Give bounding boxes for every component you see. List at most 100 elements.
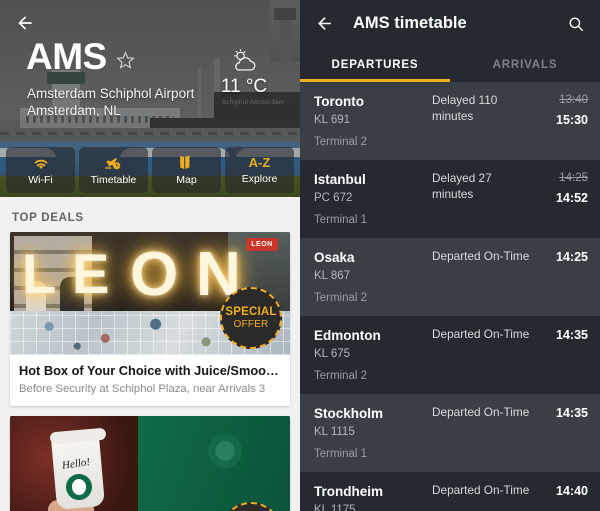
quick-action-label: Explore bbox=[241, 173, 278, 185]
table-row[interactable]: Trondheim KL 1175 Terminal 1 Departed On… bbox=[300, 472, 600, 511]
flight-number: KL 691 bbox=[314, 114, 351, 126]
timetable-panel: AMS timetable DEPARTURES ARRIVALS Toront… bbox=[300, 0, 600, 511]
status-text: Departed On-Time bbox=[432, 405, 530, 419]
deal-text-block: Hot Box of Your Choice with Juice/Smoot…… bbox=[10, 355, 290, 406]
table-row[interactable]: Osaka KL 867 Terminal 2 Departed On-Time… bbox=[300, 238, 600, 316]
timetable-appbar: AMS timetable bbox=[300, 0, 600, 47]
actual-time: 14:35 bbox=[556, 328, 588, 342]
leon-letter-o: O bbox=[130, 240, 179, 309]
quick-actions-bar: Wi-Fi Timetable Map A-Z Explore bbox=[0, 147, 300, 193]
star-outline-icon[interactable] bbox=[115, 50, 135, 70]
terminal: Terminal 2 bbox=[314, 292, 368, 304]
table-row[interactable]: Stockholm KL 1115 Terminal 1 Departed On… bbox=[300, 394, 600, 472]
quick-action-label: Wi-Fi bbox=[28, 173, 53, 186]
actual-time: 15:30 bbox=[556, 113, 588, 127]
special-offer-badge: SPECIAL OFFER bbox=[220, 287, 282, 349]
deal-title: Hot Box of Your Choice with Juice/Smoot… bbox=[19, 363, 281, 378]
search-icon bbox=[569, 17, 584, 31]
deal-card-leon[interactable]: LEON L E O N SPECIAL OFFER Hot Box of Yo… bbox=[10, 232, 290, 406]
temperature-value: 11 °C bbox=[220, 76, 268, 97]
airport-location: Amsterdam Schiphol Airport Amsterdam, NL bbox=[27, 85, 194, 119]
scheduled-time: 14:25 bbox=[559, 172, 588, 184]
actual-time: 14:35 bbox=[556, 406, 588, 420]
flight-number: PC 672 bbox=[314, 192, 353, 204]
departures-list[interactable]: Toronto KL 691 Terminal 2 Delayed 110 mi… bbox=[300, 82, 600, 511]
terminal: Terminal 1 bbox=[314, 214, 368, 226]
flight-status-col: Delayed 27 minutes bbox=[432, 171, 536, 228]
terminal: Terminal 2 bbox=[314, 136, 368, 148]
sun-behind-cloud-icon bbox=[234, 49, 256, 71]
quick-action-timetable[interactable]: Timetable bbox=[79, 147, 148, 193]
flight-status-col: Departed On-Time bbox=[432, 249, 536, 306]
deal-card-starbucks[interactable]: Hello! -1 bbox=[10, 416, 290, 511]
flight-destination-col: Stockholm KL 1115 Terminal 1 bbox=[314, 405, 432, 462]
leon-wall-sign: LEON bbox=[246, 238, 278, 251]
departures-plane-clock-icon bbox=[104, 157, 120, 169]
airport-code: AMS bbox=[26, 36, 107, 77]
timetable-title: AMS timetable bbox=[353, 14, 467, 32]
flight-time-col: 13:40 15:30 bbox=[536, 93, 588, 150]
back-arrow-icon bbox=[18, 16, 32, 30]
table-row[interactable]: Istanbul PC 672 Terminal 1 Delayed 27 mi… bbox=[300, 160, 600, 238]
quick-action-label: Map bbox=[176, 173, 197, 186]
scheduled-time: 13:40 bbox=[559, 94, 588, 106]
flight-number: KL 1115 bbox=[314, 426, 355, 438]
airport-title-group: AMS bbox=[26, 38, 135, 75]
leon-letter-l: L bbox=[22, 242, 57, 305]
quick-action-label: Timetable bbox=[90, 173, 137, 186]
timetable-tabs: DEPARTURES ARRIVALS bbox=[300, 47, 600, 82]
destination: Istanbul bbox=[314, 172, 366, 187]
weather-widget: 11 °C bbox=[202, 48, 286, 98]
timetable-back-button[interactable] bbox=[312, 12, 336, 36]
actual-time: 14:52 bbox=[556, 191, 588, 205]
flight-destination-col: Istanbul PC 672 Terminal 1 bbox=[314, 171, 432, 228]
flight-destination-col: Osaka KL 867 Terminal 2 bbox=[314, 249, 432, 306]
flight-number: KL 1175 bbox=[314, 504, 356, 511]
deal-image-starbucks: Hello! -1 bbox=[10, 416, 290, 511]
flight-status-col: Departed On-Time bbox=[432, 327, 536, 384]
quick-action-map[interactable]: Map bbox=[152, 147, 221, 193]
flight-number: KL 675 bbox=[314, 348, 351, 360]
wifi-icon bbox=[34, 159, 47, 169]
quick-action-wifi[interactable]: Wi-Fi bbox=[6, 147, 75, 193]
flight-time-col: 14:25 14:52 bbox=[536, 171, 588, 228]
destination: Trondheim bbox=[314, 484, 384, 499]
quick-action-explore[interactable]: A-Z Explore bbox=[225, 147, 294, 193]
destination: Toronto bbox=[314, 94, 364, 109]
status-text: Delayed 27 minutes bbox=[432, 171, 492, 201]
flight-time-col: 14:35 bbox=[536, 405, 588, 462]
status-text: Departed On-Time bbox=[432, 483, 530, 497]
search-button[interactable] bbox=[564, 12, 588, 36]
airport-full-name: Amsterdam Schiphol Airport bbox=[27, 86, 195, 101]
destination: Stockholm bbox=[314, 406, 384, 421]
starbucks-apron-logo bbox=[208, 434, 242, 468]
airport-hero-image: Schiphol Amsterdam AMS Amsterdam Schipho… bbox=[0, 0, 300, 197]
destination: Edmonton bbox=[314, 328, 381, 343]
status-text: Delayed 110 minutes bbox=[432, 93, 498, 123]
tab-arrivals[interactable]: ARRIVALS bbox=[450, 47, 600, 82]
map-icon bbox=[179, 155, 189, 169]
actual-time: 14:25 bbox=[556, 250, 588, 264]
flight-destination-col: Toronto KL 691 Terminal 2 bbox=[314, 93, 432, 150]
deal-image-leon: LEON L E O N SPECIAL OFFER bbox=[10, 232, 290, 355]
back-arrow-icon bbox=[317, 17, 331, 30]
status-text: Departed On-Time bbox=[432, 249, 530, 263]
back-button[interactable] bbox=[12, 10, 38, 36]
deal-subtitle: Before Security at Schiphol Plaza, near … bbox=[19, 383, 266, 395]
table-row[interactable]: Toronto KL 691 Terminal 2 Delayed 110 mi… bbox=[300, 82, 600, 160]
badge-line-2: OFFER bbox=[233, 319, 269, 330]
status-text: Departed On-Time bbox=[432, 327, 530, 341]
terminal: Terminal 2 bbox=[314, 370, 368, 382]
top-deals-header: TOP DEALS bbox=[12, 212, 84, 224]
airport-detail-panel: Schiphol Amsterdam AMS Amsterdam Schipho… bbox=[0, 0, 300, 511]
top-deals-section: TOP DEALS LEON L E O N SPECIAL OFFER Hot… bbox=[0, 197, 300, 511]
leon-letter-e: E bbox=[72, 242, 110, 305]
flight-time-col: 14:40 bbox=[536, 483, 588, 511]
airport-city: Amsterdam, NL bbox=[27, 103, 121, 118]
tab-departures[interactable]: DEPARTURES bbox=[300, 47, 450, 82]
flight-status-col: Departed On-Time bbox=[432, 405, 536, 462]
actual-time: 14:40 bbox=[556, 484, 588, 498]
flight-destination-col: Edmonton KL 675 Terminal 2 bbox=[314, 327, 432, 384]
flight-status-col: Delayed 110 minutes bbox=[432, 93, 536, 150]
table-row[interactable]: Edmonton KL 675 Terminal 2 Departed On-T… bbox=[300, 316, 600, 394]
